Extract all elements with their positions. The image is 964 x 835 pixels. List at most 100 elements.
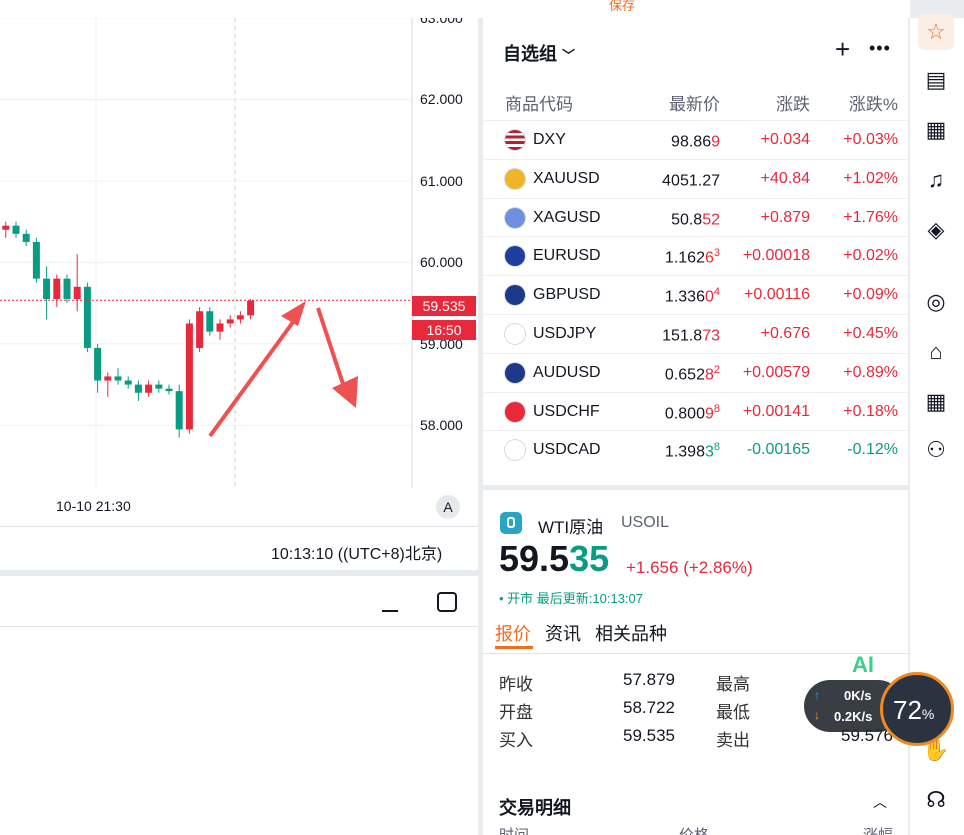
candle bbox=[114, 368, 122, 385]
symbol: DXY bbox=[533, 131, 566, 148]
price-chart[interactable] bbox=[0, 18, 478, 488]
last-price: 1.39838 bbox=[664, 441, 720, 461]
flag-gold-icon bbox=[505, 168, 525, 189]
candle-body bbox=[43, 278, 51, 300]
candle bbox=[83, 282, 91, 352]
header-change[interactable]: 涨跌 bbox=[776, 90, 810, 115]
table-icon[interactable]: ▦ bbox=[918, 384, 954, 420]
market-status: • 开市 最后更新:10:13:07 bbox=[499, 591, 643, 606]
candle-body bbox=[155, 384, 163, 389]
change-pct: +0.02% bbox=[843, 247, 898, 265]
header-pct[interactable]: 涨跌% bbox=[849, 90, 898, 115]
symbol: XAUUSD bbox=[533, 169, 600, 187]
layers-icon[interactable]: ◈ bbox=[918, 212, 954, 248]
watchlist-row-dxy[interactable]: DXY 98.869 +0.034 +0.03% bbox=[483, 120, 908, 159]
watchlist-row-eurusd[interactable]: EURUSD 1.16263 +0.00018 +0.02% bbox=[483, 236, 908, 275]
stat-value: 58.722 bbox=[623, 698, 675, 717]
auto-scale-button[interactable]: A bbox=[436, 495, 460, 519]
candle bbox=[236, 311, 244, 324]
notes-icon[interactable]: ▤ bbox=[918, 62, 954, 98]
change-pct: +0.09% bbox=[843, 286, 898, 304]
stat-label: 昨收 bbox=[499, 675, 533, 694]
more-icon[interactable]: ••• bbox=[869, 38, 891, 59]
change: -0.00165 bbox=[746, 441, 810, 459]
symbol: GBPUSD bbox=[533, 286, 601, 304]
watchlist-star-icon[interactable]: ☆ bbox=[918, 14, 954, 50]
calendar-icon[interactable]: ▦ bbox=[918, 112, 954, 148]
flag-jp-icon bbox=[505, 324, 525, 344]
change-pct: +0.18% bbox=[843, 402, 898, 420]
flag-au-icon bbox=[505, 362, 525, 383]
ai-badge[interactable]: AI bbox=[852, 652, 874, 678]
symbol: USDCAD bbox=[533, 441, 601, 459]
y-tick-label: 61.000 bbox=[420, 172, 463, 189]
watchlist-row-audusd[interactable]: AUDUSD 0.65282 +0.00579 +0.89% bbox=[483, 352, 908, 392]
cpu-value: 72 bbox=[893, 695, 922, 725]
stat-label: 开盘 bbox=[499, 703, 533, 722]
candle-body bbox=[206, 311, 214, 332]
stat-value: 59.535 bbox=[623, 726, 675, 745]
change: +0.00141 bbox=[742, 402, 810, 420]
watchlist-row-usdcad[interactable]: USDCAD 1.39838 -0.00165 -0.12% bbox=[483, 430, 908, 469]
candle bbox=[2, 221, 10, 238]
alerts-bell-icon[interactable]: ♫ bbox=[918, 162, 954, 198]
price-tag: 59.535 bbox=[412, 296, 476, 316]
last-price: 0.65282 bbox=[664, 363, 720, 384]
tab-1[interactable]: 资讯 bbox=[545, 620, 581, 646]
tab-0[interactable]: 报价 bbox=[495, 620, 531, 646]
change: +0.676 bbox=[760, 325, 810, 342]
divider bbox=[0, 626, 478, 627]
watchlist-row-usdjpy[interactable]: USDJPY 151.873 +0.676 +0.45% bbox=[483, 314, 908, 353]
top-strip: 保存 bbox=[0, 0, 910, 18]
target-icon[interactable]: ◎ bbox=[918, 284, 954, 320]
cpu-gauge[interactable]: 72% bbox=[880, 672, 954, 746]
candle-body bbox=[83, 286, 91, 348]
candle bbox=[12, 221, 20, 238]
change: +0.034 bbox=[760, 131, 810, 148]
candle-body bbox=[185, 323, 193, 430]
upload-speed: 0K/s bbox=[844, 688, 872, 703]
candle-body bbox=[94, 347, 102, 381]
annotation-arrow-up-head bbox=[281, 301, 306, 326]
candle bbox=[32, 237, 40, 283]
divider bbox=[483, 653, 908, 654]
network-icon[interactable]: ⚇ bbox=[918, 432, 954, 468]
support-headset-icon[interactable]: ☊ bbox=[918, 782, 954, 818]
tab-2[interactable]: 相关品种 bbox=[595, 620, 667, 646]
change: +0.00116 bbox=[744, 286, 810, 304]
education-icon[interactable]: ⌂ bbox=[918, 334, 954, 370]
candle-body bbox=[165, 388, 173, 392]
flag-eu-icon bbox=[505, 246, 525, 267]
time-tag: 16:50 bbox=[412, 320, 476, 340]
candle bbox=[185, 319, 193, 434]
candle-body bbox=[12, 225, 20, 234]
trades-col-price: 价格 bbox=[679, 824, 709, 835]
header-last[interactable]: 最新价 bbox=[669, 90, 720, 115]
trades-title: 交易明细 bbox=[499, 798, 571, 818]
watchlist-row-gbpusd[interactable]: GBPUSD 1.33604 +0.00116 +0.09% bbox=[483, 275, 908, 314]
add-icon[interactable]: + bbox=[835, 34, 850, 65]
symbol: EURUSD bbox=[533, 247, 601, 265]
watchlist-row-xauusd[interactable]: XAUUSD 4051.27 +40.84 +1.02% bbox=[483, 158, 908, 198]
watchlist-row-xagusd[interactable]: XAGUSD 50.852 +0.879 +1.76% bbox=[483, 197, 908, 237]
watchlist-row-usdchf[interactable]: USDCHF 0.80098 +0.00141 +0.18% bbox=[483, 391, 908, 431]
candle-body bbox=[124, 380, 132, 385]
candle bbox=[206, 307, 214, 336]
collapse-icon[interactable]: ︿ bbox=[873, 792, 887, 812]
candle bbox=[145, 380, 153, 397]
stat-label: 最高 bbox=[716, 675, 750, 694]
save-label[interactable]: 保存 bbox=[609, 0, 635, 14]
watchlist-panel: 自选组 ﹀ + ••• 商品代码 最新价 涨跌 涨跌% DXY 98.869 +0.… bbox=[483, 18, 908, 485]
candle bbox=[155, 380, 163, 393]
candle-body bbox=[175, 391, 183, 430]
flag-gb-icon bbox=[505, 285, 525, 306]
stat-value: 57.879 bbox=[623, 670, 675, 689]
minimize-icon[interactable] bbox=[380, 594, 400, 614]
symbol: USDJPY bbox=[533, 325, 597, 342]
candle bbox=[104, 372, 112, 397]
watchlist-title[interactable]: 自选组 ﹀ bbox=[503, 40, 575, 66]
maximize-icon[interactable] bbox=[437, 592, 457, 612]
candle-body bbox=[247, 300, 255, 316]
candle bbox=[43, 266, 51, 320]
header-symbol[interactable]: 商品代码 bbox=[505, 90, 573, 115]
